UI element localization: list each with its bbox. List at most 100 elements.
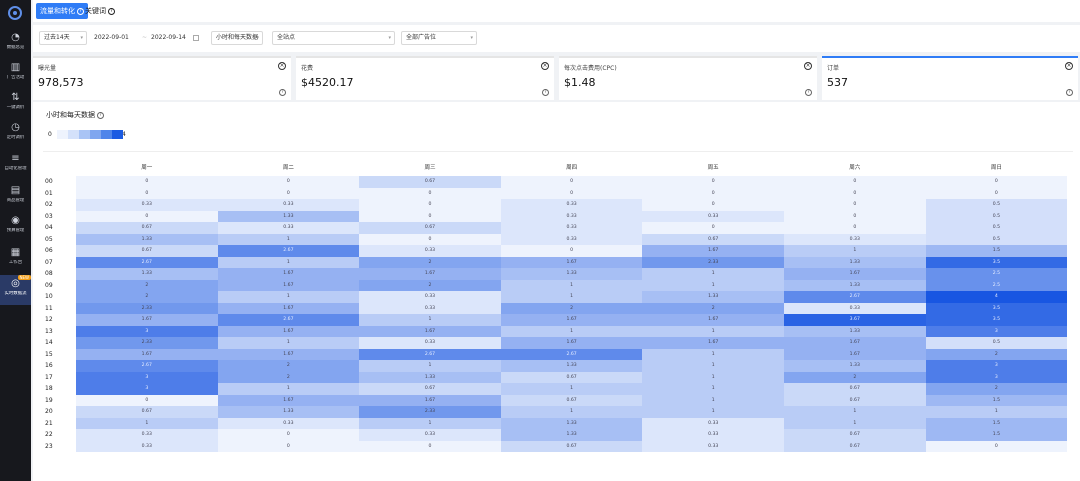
heatmap-cell[interactable]: 0.5 (925, 199, 1068, 211)
granularity-select[interactable]: 小时和每天数据 ▾ (211, 31, 263, 45)
heatmap-cell[interactable]: 0.33 (500, 233, 643, 245)
date-range-picker[interactable]: 2022-09-01 ~ 2022-09-14 (89, 31, 204, 45)
heatmap-cell[interactable]: 0.33 (642, 440, 784, 452)
heatmap-cell[interactable]: 1.67 (500, 256, 643, 268)
heatmap-cell[interactable]: 0.33 (217, 417, 360, 429)
heatmap-cell[interactable]: 1.33 (784, 279, 926, 291)
heatmap-cell[interactable]: 0 (359, 233, 501, 245)
heatmap-cell[interactable]: 2.67 (217, 245, 360, 257)
heatmap-cell[interactable]: 2 (925, 383, 1068, 395)
heatmap-cell[interactable]: 1.67 (642, 314, 784, 326)
heatmap-cell[interactable]: 1 (784, 417, 926, 429)
heatmap-cell[interactable]: 1 (359, 417, 501, 429)
sidebar-item-6[interactable]: ◉ 预算管理 (0, 212, 31, 242)
heatmap-cell[interactable]: 1 (642, 371, 784, 383)
heatmap-cell[interactable]: 1.33 (500, 417, 643, 429)
tab-keywords[interactable]: 关键词? (81, 3, 119, 19)
heatmap-cell[interactable]: 2.33 (359, 406, 501, 418)
sidebar-item-4[interactable]: ≡ 自动化管理 (0, 150, 31, 180)
heatmap-cell[interactable]: 0.33 (642, 429, 784, 441)
heatmap-cell[interactable]: 2.67 (76, 360, 218, 372)
site-select[interactable]: 全站点 ▾ (272, 31, 395, 45)
heatmap-cell[interactable]: 0.33 (359, 337, 501, 349)
heatmap-cell[interactable]: 0 (76, 210, 218, 222)
sidebar-item-2[interactable]: ⇅ 一键调价 (0, 89, 31, 119)
heatmap-cell[interactable]: 0 (784, 222, 926, 234)
heatmap-cell[interactable]: 2.33 (76, 302, 218, 314)
heatmap-cell[interactable]: 0 (217, 429, 360, 441)
heatmap-cell[interactable]: 2.67 (217, 314, 360, 326)
heatmap-cell[interactable]: 1 (784, 406, 926, 418)
metric-card-spend[interactable]: 花费 $4520.17 × ? (296, 56, 554, 100)
heatmap-cell[interactable]: 1 (359, 314, 501, 326)
heatmap-cell[interactable]: 3.5 (925, 256, 1068, 268)
heatmap-cell[interactable]: 1 (217, 383, 360, 395)
heatmap-cell[interactable]: 2.5 (925, 279, 1068, 291)
heatmap-cell[interactable]: 0.33 (76, 440, 218, 452)
heatmap-cell[interactable]: 1.5 (925, 245, 1068, 257)
close-icon[interactable]: × (278, 62, 286, 70)
heatmap-cell[interactable]: 0.33 (642, 210, 784, 222)
heatmap-cell[interactable]: 1.67 (217, 268, 360, 280)
range-select[interactable]: 过去14天 ▾ (39, 31, 87, 45)
heatmap-cell[interactable]: 1 (217, 233, 360, 245)
heatmap-cell[interactable]: 0.33 (359, 302, 501, 314)
heatmap-cell[interactable]: 1 (642, 279, 784, 291)
heatmap-cell[interactable]: 1.33 (500, 429, 643, 441)
heatmap-cell[interactable]: 1.33 (217, 406, 360, 418)
close-icon[interactable]: × (541, 62, 549, 70)
heatmap-cell[interactable]: 2 (359, 279, 501, 291)
sidebar-item-0[interactable]: ◔ 数据总览 (0, 29, 31, 59)
heatmap-cell[interactable]: 2.67 (500, 348, 643, 360)
heatmap-cell[interactable]: 0.67 (500, 394, 643, 406)
heatmap-cell[interactable]: 2 (784, 371, 926, 383)
heatmap-cell[interactable]: 0.33 (359, 245, 501, 257)
heatmap-cell[interactable]: 0 (76, 394, 218, 406)
heatmap-cell[interactable]: 1 (642, 406, 784, 418)
heatmap-cell[interactable]: 1.67 (359, 268, 501, 280)
heatmap-cell[interactable]: 0.33 (500, 199, 643, 211)
heatmap-cell[interactable]: 0.67 (76, 222, 218, 234)
heatmap-cell[interactable]: 1 (217, 291, 360, 303)
heatmap-cell[interactable]: 1.67 (642, 337, 784, 349)
heatmap-cell[interactable]: 2.5 (925, 268, 1068, 280)
heatmap-cell[interactable]: 1.67 (217, 279, 360, 291)
heatmap-cell[interactable]: 2.33 (76, 337, 218, 349)
heatmap-cell[interactable]: 0.67 (500, 440, 643, 452)
heatmap-cell[interactable]: 0 (925, 187, 1068, 199)
heatmap-cell[interactable]: 1 (217, 337, 360, 349)
heatmap-cell[interactable]: 0 (76, 176, 218, 188)
heatmap-cell[interactable]: 0.67 (76, 245, 218, 257)
heatmap-cell[interactable]: 0 (500, 187, 643, 199)
heatmap-cell[interactable]: 1 (642, 394, 784, 406)
heatmap-cell[interactable]: 0.5 (925, 337, 1068, 349)
heatmap-cell[interactable]: 1 (642, 348, 784, 360)
heatmap-cell[interactable]: 2.33 (642, 256, 784, 268)
heatmap-cell[interactable]: 0.33 (500, 222, 643, 234)
heatmap-cell[interactable]: 0 (217, 176, 360, 188)
heatmap-cell[interactable]: 2 (217, 360, 360, 372)
heatmap-cell[interactable]: 0 (925, 440, 1068, 452)
metric-card-cpc[interactable]: 每次点击费用(CPC) $1.48 × ? (559, 56, 817, 100)
heatmap-cell[interactable]: 0 (642, 176, 784, 188)
heatmap-cell[interactable]: 0.33 (784, 233, 926, 245)
heatmap-cell[interactable]: 0 (642, 199, 784, 211)
heatmap-cell[interactable]: 1.67 (217, 302, 360, 314)
heatmap-cell[interactable]: 0 (359, 187, 501, 199)
heatmap-cell[interactable]: 4 (925, 291, 1068, 303)
heatmap-cell[interactable]: 1.67 (642, 245, 784, 257)
heatmap-cell[interactable]: 2.67 (359, 348, 501, 360)
metric-card-orders[interactable]: 订单 537 × ? (822, 56, 1078, 100)
heatmap-cell[interactable]: 1.67 (217, 325, 360, 337)
heatmap-cell[interactable]: 3 (76, 325, 218, 337)
sidebar-item-8[interactable]: ◎ 实时数据流 NEW (0, 275, 31, 305)
heatmap-cell[interactable]: 3.5 (925, 302, 1068, 314)
heatmap-cell[interactable]: 0.67 (784, 394, 926, 406)
heatmap-cell[interactable]: 2 (359, 256, 501, 268)
heatmap-cell[interactable]: 1.67 (784, 268, 926, 280)
heatmap-cell[interactable]: 1.5 (925, 417, 1068, 429)
heatmap-cell[interactable]: 1 (500, 406, 643, 418)
heatmap-cell[interactable]: 2 (925, 348, 1068, 360)
heatmap-cell[interactable]: 1.33 (784, 325, 926, 337)
heatmap-cell[interactable]: 0 (784, 187, 926, 199)
